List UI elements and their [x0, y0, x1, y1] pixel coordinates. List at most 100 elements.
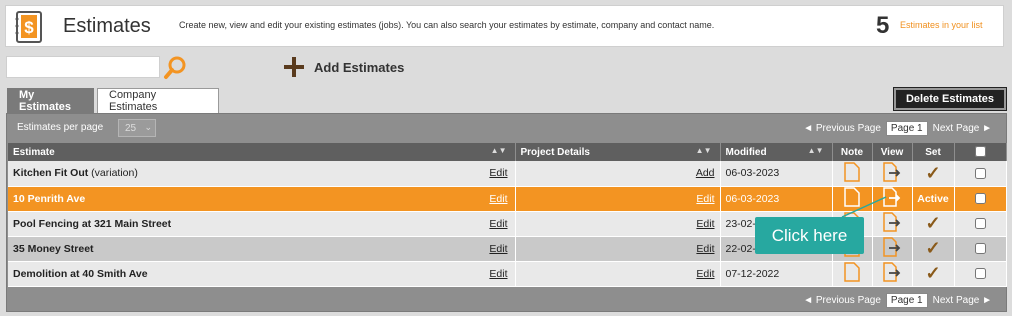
- set-active-icon[interactable]: ✓: [925, 213, 940, 233]
- estimate-name-cell: Pool Fencing at 321 Main Street Edit: [8, 211, 516, 237]
- project-details-link[interactable]: Edit: [696, 193, 714, 205]
- next-page-link[interactable]: Next Page ►: [933, 123, 992, 134]
- previous-page-link[interactable]: ◄ Previous Page: [803, 295, 881, 306]
- project-details-link[interactable]: Edit: [696, 243, 714, 255]
- tab-my-estimates[interactable]: My Estimates: [7, 88, 94, 113]
- estimate-name-cell: 35 Money Street Edit: [8, 236, 516, 262]
- dollar-document-icon: $: [15, 11, 42, 43]
- estimate-suffix: (variation): [88, 167, 138, 180]
- project-details-cell: Edit: [515, 186, 721, 212]
- previous-page-link[interactable]: ◄ Previous Page: [803, 123, 881, 134]
- sort-icon[interactable]: ▲▼: [491, 146, 507, 155]
- estimate-name-cell: 10 Penrith Ave Edit: [8, 186, 516, 212]
- edit-estimate-link[interactable]: Edit: [489, 167, 509, 179]
- click-here-tooltip: Click here: [755, 217, 864, 254]
- next-page-link[interactable]: Next Page ►: [933, 295, 992, 306]
- edit-estimate-link[interactable]: Edit: [489, 243, 509, 255]
- page-number: Page 1: [885, 293, 928, 308]
- estimate-name: Pool Fencing at 321 Main Street: [13, 217, 172, 230]
- estimate-name: Kitchen Fit Out: [13, 167, 89, 180]
- select-cell: [954, 186, 1007, 212]
- set-active-icon[interactable]: ✓: [925, 163, 940, 183]
- row-checkbox[interactable]: [974, 218, 986, 230]
- set-active-icon[interactable]: ✓: [925, 238, 940, 258]
- row-checkbox[interactable]: [974, 167, 986, 179]
- set-cell: ✓: [912, 211, 955, 237]
- plus-icon: [284, 57, 304, 77]
- project-details-link[interactable]: Edit: [696, 268, 714, 280]
- estimate-count-label: Estimates in your list: [900, 20, 983, 30]
- column-header-modified[interactable]: Modified ▲▼: [720, 143, 833, 161]
- column-header-estimate[interactable]: Estimate ▲▼: [8, 143, 516, 161]
- edit-estimate-link[interactable]: Edit: [489, 193, 509, 205]
- view-estimate-icon[interactable]: [883, 262, 901, 285]
- view-cell: [872, 236, 913, 262]
- estimate-name-cell: Kitchen Fit Out (variation) Edit: [8, 161, 516, 187]
- project-details-cell: Add: [515, 161, 721, 187]
- project-details-link[interactable]: Edit: [696, 218, 714, 230]
- select-all-checkbox[interactable]: [974, 146, 986, 158]
- tooltip-pointer: [841, 196, 887, 218]
- page-header: $ Estimates Create new, view and edit yo…: [5, 5, 1004, 47]
- sort-icon[interactable]: ▲▼: [696, 146, 712, 155]
- table-row[interactable]: Kitchen Fit Out (variation) Edit Add 06-0…: [8, 161, 1007, 187]
- modified-cell: 06-03-2023: [720, 161, 833, 187]
- note-icon[interactable]: [844, 162, 860, 185]
- select-cell: [954, 161, 1007, 187]
- note-cell: [832, 261, 873, 287]
- chevron-down-icon: ⌄: [144, 122, 152, 132]
- estimate-name: Demolition at 40 Smith Ave: [13, 267, 148, 280]
- row-checkbox[interactable]: [974, 193, 986, 205]
- table-header-row: Estimate ▲▼ Project Details ▲▼ Modified ▲▼ …: [8, 143, 1007, 161]
- estimate-name: 35 Money Street: [13, 242, 94, 255]
- view-cell: [872, 161, 913, 187]
- modified-cell: 06-03-2023: [720, 186, 833, 212]
- column-header-note: Note: [832, 143, 873, 161]
- column-header-select-all: [954, 143, 1007, 161]
- sort-icon[interactable]: ▲▼: [808, 146, 824, 155]
- select-cell: [954, 211, 1007, 237]
- delete-estimates-button[interactable]: Delete Estimates: [893, 87, 1007, 111]
- note-icon[interactable]: [844, 262, 860, 285]
- page-description: Create new, view and edit your existing …: [179, 20, 715, 30]
- bottom-pager-bar: ◄ Previous Page Page 1 Next Page ►: [7, 286, 1006, 312]
- set-active-icon[interactable]: ✓: [925, 263, 940, 283]
- select-cell: [954, 236, 1007, 262]
- edit-estimate-link[interactable]: Edit: [489, 218, 509, 230]
- view-estimate-icon[interactable]: [883, 162, 901, 185]
- active-status: Active: [917, 192, 949, 205]
- per-page-select[interactable]: 25 ⌄: [118, 119, 156, 137]
- project-details-cell: Edit: [515, 236, 721, 262]
- top-pager: ◄ Previous Page Page 1 Next Page ►: [803, 121, 992, 136]
- bottom-pager: ◄ Previous Page Page 1 Next Page ►: [803, 293, 992, 308]
- per-page-value: 25: [125, 122, 137, 134]
- modified-cell: 07-12-2022: [720, 261, 833, 287]
- per-page-label: Estimates per page: [17, 122, 104, 133]
- add-estimates-button[interactable]: Add Estimates: [282, 56, 404, 78]
- top-pager-bar: Estimates per page 25 ⌄ ◄ Previous Page …: [7, 114, 1006, 140]
- view-cell: [872, 261, 913, 287]
- search-icon[interactable]: [163, 54, 189, 80]
- set-cell: ✓: [912, 236, 955, 262]
- page-number: Page 1: [885, 121, 928, 136]
- tab-company-estimates[interactable]: Company Estimates: [97, 88, 219, 113]
- view-estimate-icon[interactable]: [883, 237, 901, 260]
- table-row[interactable]: Demolition at 40 Smith Ave Edit Edit 07-1…: [8, 261, 1007, 287]
- add-estimates-label: Add Estimates: [314, 59, 405, 75]
- edit-estimate-link[interactable]: Edit: [489, 268, 509, 280]
- project-details-cell: Edit: [515, 261, 721, 287]
- row-checkbox[interactable]: [974, 268, 986, 280]
- set-cell: ✓: [912, 161, 955, 187]
- column-header-project-details[interactable]: Project Details ▲▼: [515, 143, 721, 161]
- estimate-name-cell: Demolition at 40 Smith Ave Edit: [8, 261, 516, 287]
- project-details-link[interactable]: Add: [696, 167, 715, 179]
- estimate-count: 5: [876, 12, 890, 39]
- project-details-cell: Edit: [515, 211, 721, 237]
- search-input[interactable]: [6, 56, 160, 78]
- page-title: Estimates: [63, 15, 151, 37]
- view-estimate-icon[interactable]: [883, 212, 901, 235]
- column-header-view: View: [872, 143, 913, 161]
- select-cell: [954, 261, 1007, 287]
- row-checkbox[interactable]: [974, 243, 986, 255]
- column-header-set: Set: [912, 143, 955, 161]
